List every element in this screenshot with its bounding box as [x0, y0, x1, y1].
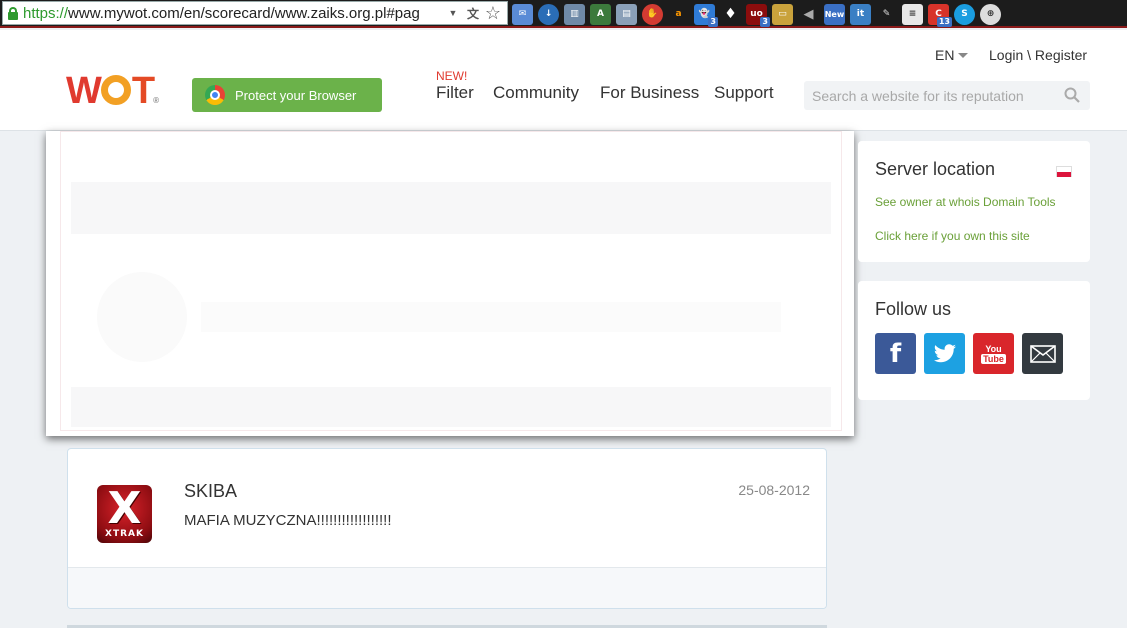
faded-footer — [71, 387, 831, 427]
chrome-icon — [205, 85, 225, 105]
skype-extension-icon[interactable]: S — [954, 3, 975, 25]
protect-browser-button[interactable]: Protect your Browser — [192, 78, 382, 112]
star-icon[interactable]: ☆ — [483, 3, 503, 23]
twitter-icon[interactable] — [924, 333, 965, 374]
poland-flag-icon — [1056, 166, 1072, 177]
popup-panel-inner — [60, 131, 842, 431]
wot-logo[interactable]: W T® — [66, 72, 159, 120]
new-badge: NEW! — [436, 69, 468, 83]
language-selector[interactable]: EN — [935, 47, 969, 63]
browser-toolbar: https://www.mywot.com/en/scorecard/www.z… — [0, 0, 1127, 28]
basket-extension-icon[interactable]: ▭ — [772, 3, 793, 25]
new-extension-icon[interactable]: New — [824, 3, 845, 25]
nav-for-business[interactable]: For Business — [600, 83, 699, 103]
lock-icon — [8, 6, 18, 20]
review-text: MAFIA MUZYCZNA!!!!!!!!!!!!!!!!!! — [184, 512, 392, 529]
popup-panel — [46, 131, 854, 436]
server-location-card: Server location See owner at whois Domai… — [858, 141, 1090, 262]
dropdown-arrow-icon[interactable]: ▼ — [443, 3, 463, 23]
review-footer — [68, 567, 826, 608]
email-icon[interactable] — [1022, 333, 1063, 374]
speaker-extension-icon[interactable]: ◀ — [798, 3, 819, 25]
notes-extension-icon[interactable]: ≡ — [902, 3, 923, 25]
site-search — [804, 81, 1090, 110]
trash-extension-icon[interactable]: ▥ — [564, 3, 585, 25]
chevron-down-icon — [958, 53, 969, 58]
review-date: 25-08-2012 — [738, 482, 810, 498]
pen-extension-icon[interactable]: ✎ — [876, 3, 897, 25]
mail-extension-icon[interactable]: ✉ — [512, 3, 533, 25]
youtube-icon[interactable]: You Tube — [973, 333, 1014, 374]
logo-ring-icon — [100, 75, 131, 105]
globe-extension-icon[interactable]: ⊕ — [980, 3, 1001, 25]
login-register-link[interactable]: Login \ Register — [989, 47, 1087, 63]
search-icon[interactable] — [1064, 87, 1080, 103]
faded-text — [201, 302, 781, 332]
nav-filter[interactable]: Filter — [436, 83, 474, 103]
server-location-title: Server location — [875, 159, 996, 179]
facebook-icon[interactable]: f — [875, 333, 916, 374]
site-header: EN Login \ Register W T® Protect your Bro… — [0, 30, 1127, 131]
nav-community[interactable]: Community — [493, 83, 579, 103]
translate-icon[interactable]: 文 — [463, 3, 483, 23]
nav-support[interactable]: Support — [714, 83, 774, 103]
avatar[interactable]: X XTRAK — [97, 485, 152, 543]
ublock-extension-icon[interactable]: uo 3 — [746, 3, 770, 27]
stop-hand-extension-icon[interactable]: ✋ — [642, 3, 663, 25]
follow-us-card: Follow us f You Tube — [858, 281, 1090, 400]
whois-link[interactable]: See owner at whois Domain Tools — [875, 195, 1056, 209]
diamond-extension-icon[interactable]: ♦ — [720, 3, 741, 25]
download-extension-icon[interactable]: ↓ — [538, 3, 559, 25]
amazon-extension-icon[interactable]: a — [668, 3, 689, 25]
c-extension-icon[interactable]: C 13 — [928, 3, 952, 27]
reviewer-name[interactable]: SKIBA — [184, 481, 237, 502]
ghostery-extension-icon[interactable]: 👻 3 — [694, 3, 718, 27]
it-extension-icon[interactable]: it — [850, 3, 871, 25]
extensions-bar: ✉ ↓ ▥ A ▤ ✋ a 👻 3 ♦ uo 3 ▭ ◀ New it ✎ ≡ C1… — [512, 2, 1001, 27]
follow-us-title: Follow us — [875, 299, 952, 319]
faded-block — [71, 182, 831, 234]
address-bar[interactable]: https://www.mywot.com/en/scorecard/www.z… — [2, 1, 508, 25]
own-site-link[interactable]: Click here if you own this site — [875, 229, 1030, 243]
url-text[interactable]: https://www.mywot.com/en/scorecard/www.z… — [23, 5, 443, 22]
review-card: X XTRAK SKIBA 25-08-2012 MAFIA MUZYCZNA!… — [67, 448, 827, 609]
faded-avatar — [97, 272, 187, 362]
translate-extension-icon[interactable]: A — [590, 3, 611, 25]
search-input[interactable] — [804, 81, 1044, 110]
print-extension-icon[interactable]: ▤ — [616, 3, 637, 25]
